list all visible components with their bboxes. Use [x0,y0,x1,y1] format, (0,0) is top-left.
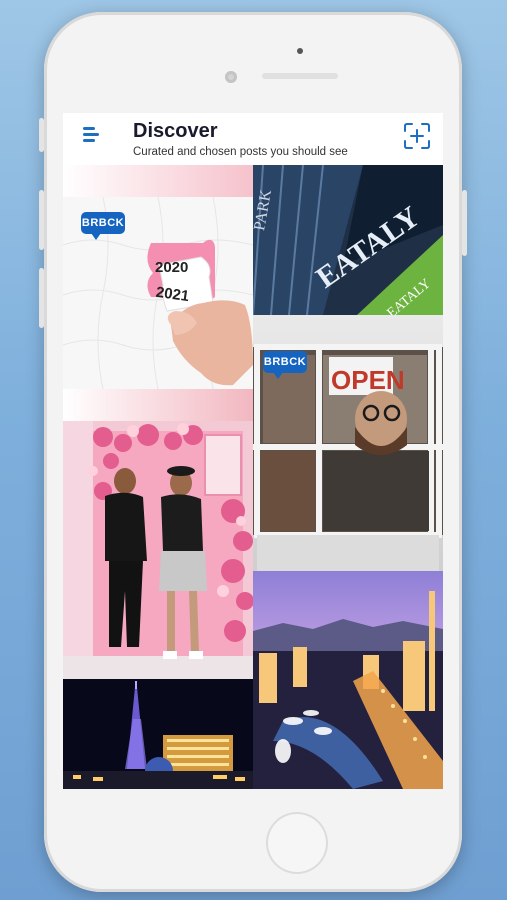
post-tile-eiffel-night[interactable] [63,679,253,789]
post-tile-eataly[interactable]: PARK EATALY EATALY [253,165,443,315]
earpiece-speaker [262,73,338,79]
front-camera-icon [225,71,237,83]
post-tile-vegas-strip[interactable] [253,571,443,789]
app-screen: Discover Curated and chosen posts you sh… [63,113,443,789]
menu-icon[interactable] [83,127,103,143]
post-tile-open-sign[interactable]: OPEN BRBCK [253,315,443,571]
volume-up-button [39,190,44,250]
flower-wall-image [63,421,253,679]
eataly-image: PARK EATALY EATALY [253,165,443,315]
page-title: Discover [133,120,218,142]
post-tile-puzzle[interactable]: 2020 2021 BRBCK [63,165,253,421]
power-button [462,190,467,256]
puzzle-image: 2020 2021 [63,165,253,421]
front-sensor [297,48,303,54]
post-tile-flower-wall[interactable] [63,421,253,679]
eiffel-night-image [63,679,253,789]
home-button[interactable] [266,812,328,874]
mute-switch [39,118,44,152]
brbck-badge: BRBCK [81,212,125,240]
scan-add-icon[interactable] [403,122,431,150]
brbck-badge: BRBCK [263,351,307,379]
puzzle-year-top: 2020 [155,259,188,276]
volume-down-button [39,268,44,328]
discover-header: Discover Curated and chosen posts you sh… [63,113,443,165]
page-subtitle: Curated and chosen posts you should see [133,146,348,158]
open-sign-text: OPEN [331,365,405,395]
vegas-strip-image [253,571,443,789]
